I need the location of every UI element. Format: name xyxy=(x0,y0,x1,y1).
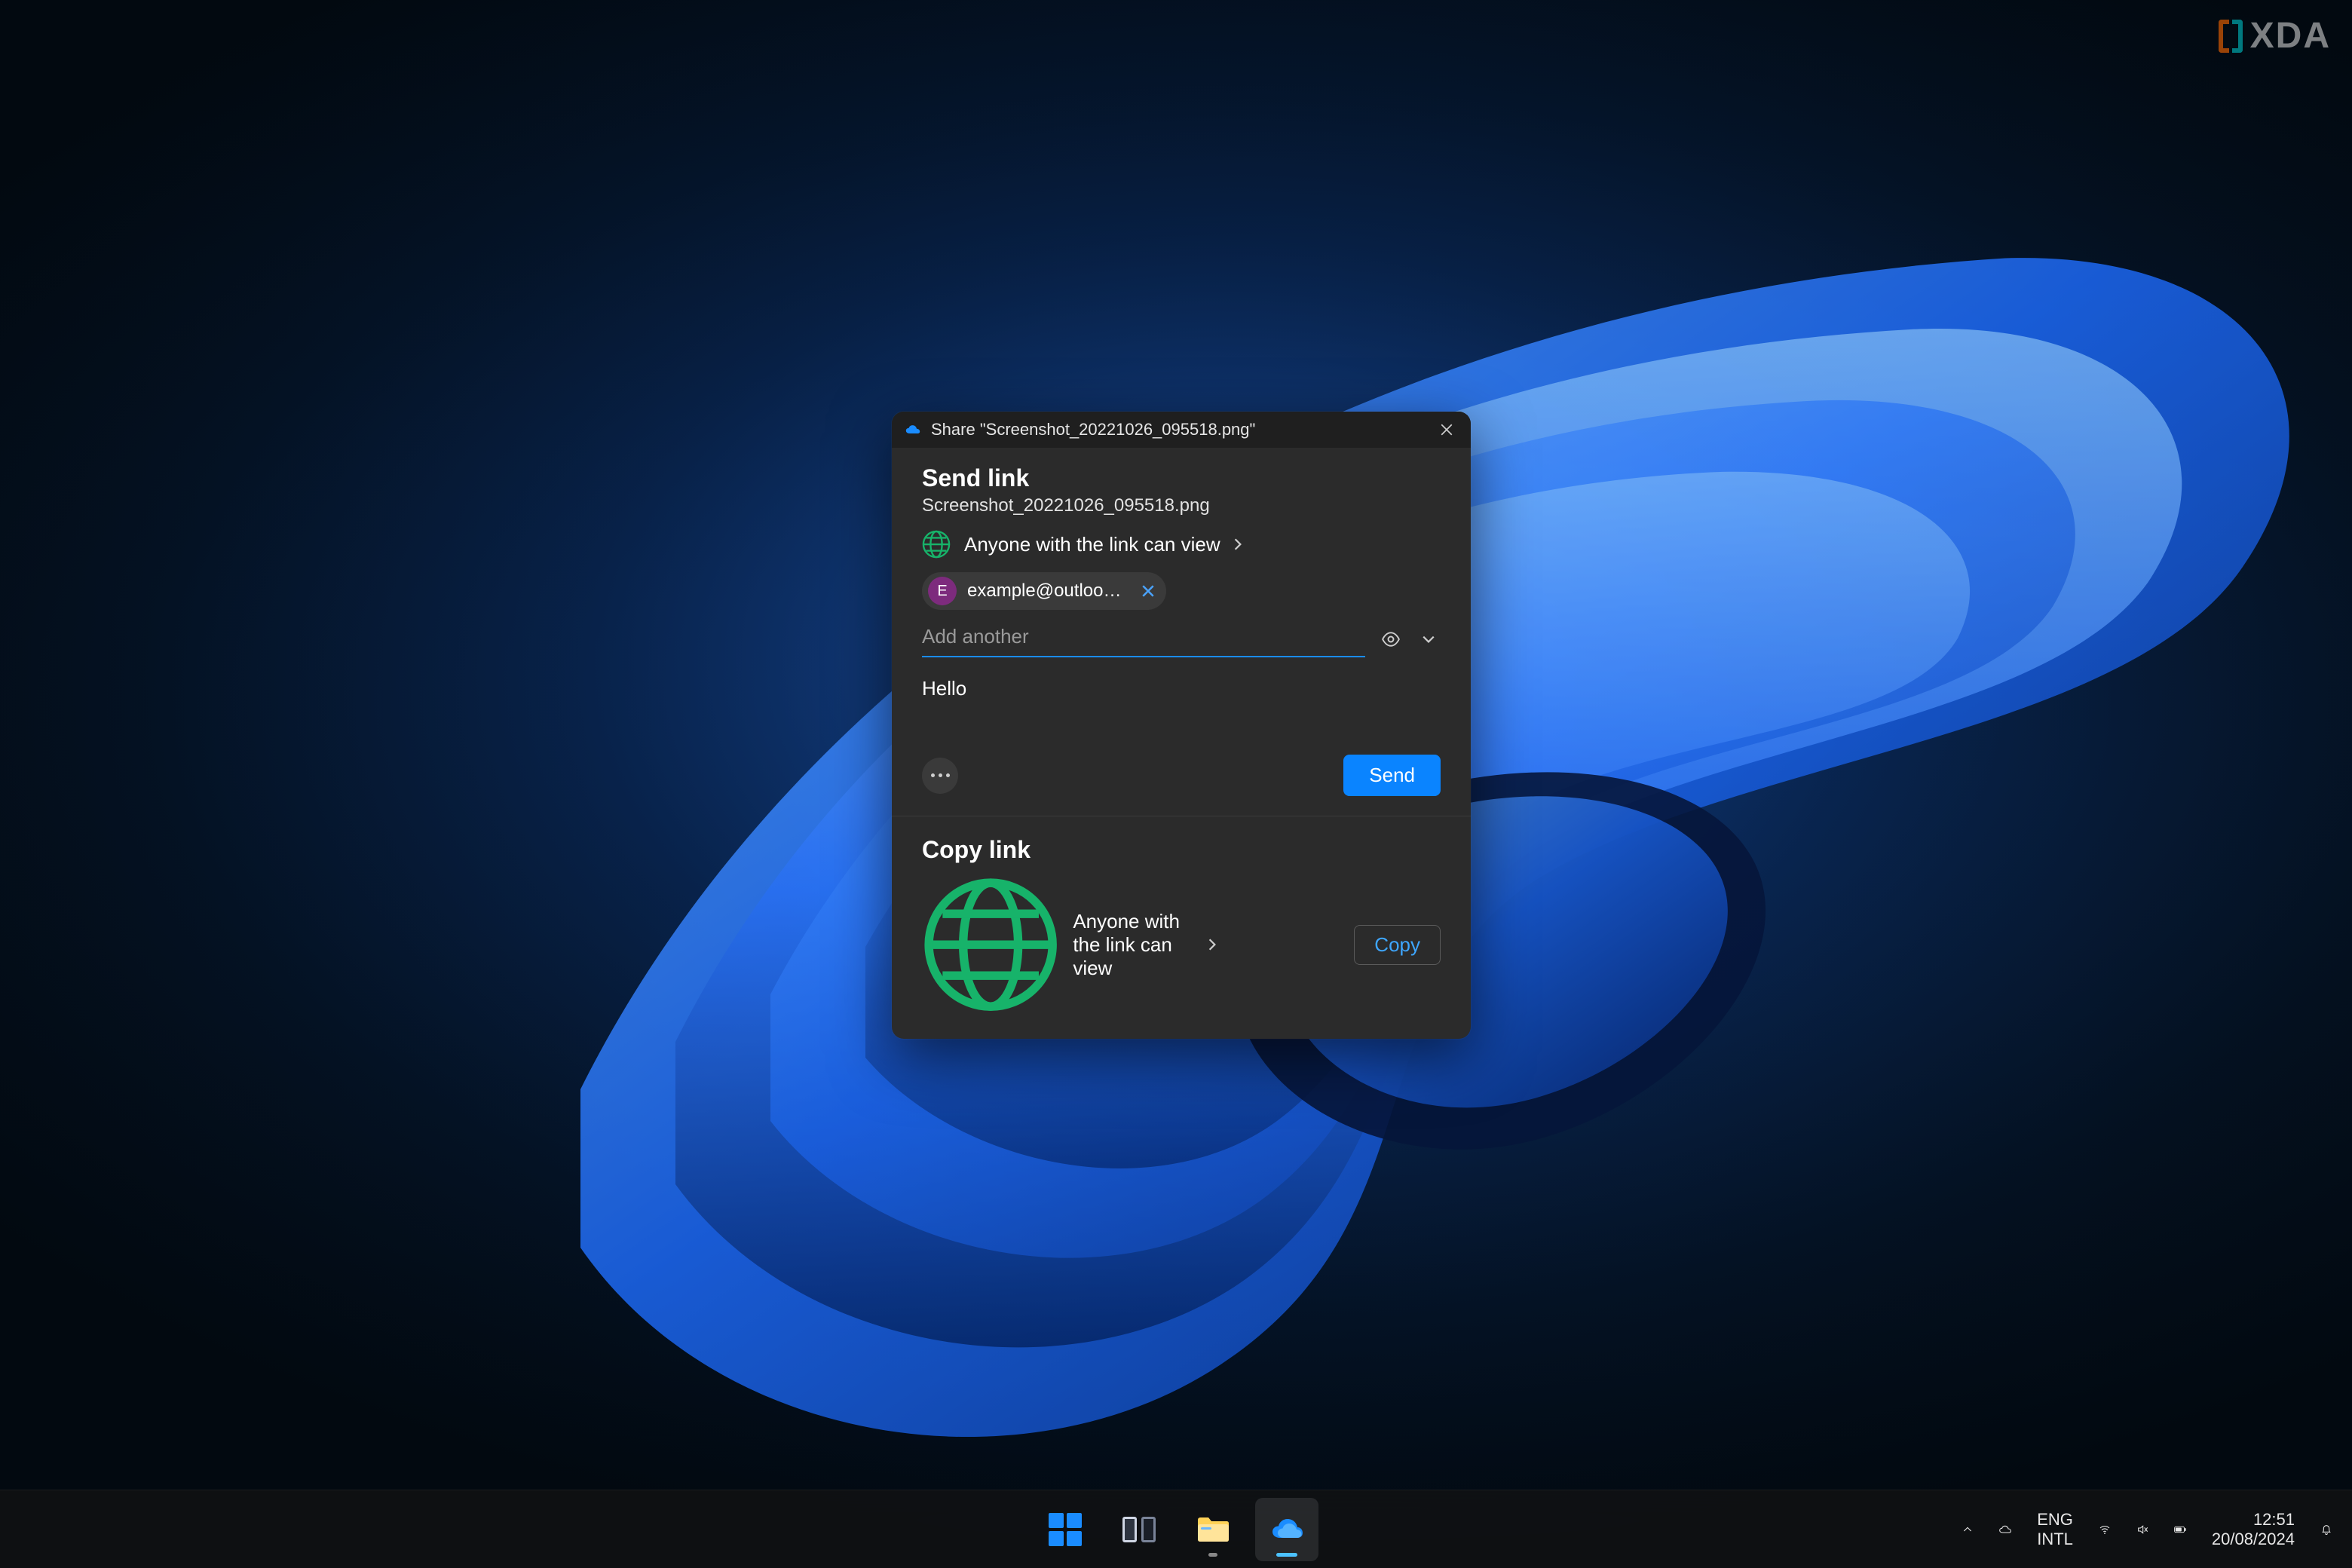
dialog-title-filename: "Screenshot_20221026_095518.png" xyxy=(980,420,1256,439)
clock-button[interactable]: 12:51 20/08/2024 xyxy=(2207,1507,2299,1551)
send-link-heading: Send link xyxy=(922,464,1441,492)
chevron-down-icon xyxy=(1422,632,1435,646)
recipient-row: E example@outlook.... xyxy=(922,572,1441,610)
chevron-right-icon xyxy=(1231,533,1245,556)
task-view-button[interactable] xyxy=(1107,1498,1171,1561)
onedrive-icon xyxy=(905,424,920,435)
globe-icon xyxy=(922,876,1059,1013)
language-indicator[interactable]: ENG INTL xyxy=(2032,1507,2078,1551)
language-line-1: ENG xyxy=(2037,1510,2073,1529)
ellipsis-icon xyxy=(931,773,935,777)
language-line-2: INTL xyxy=(2037,1530,2073,1548)
copy-link-heading: Copy link xyxy=(922,836,1441,864)
xda-watermark: XDA xyxy=(2219,15,2331,57)
close-icon xyxy=(1141,584,1155,598)
chevron-up-icon xyxy=(1962,1520,1974,1539)
tray-volume-button[interactable] xyxy=(2132,1519,2153,1540)
system-tray: ENG INTL 12:51 20/08/2024 xyxy=(1957,1490,2337,1568)
tray-date: 20/08/2024 xyxy=(2212,1530,2295,1548)
recipient-avatar: E xyxy=(928,577,957,605)
permission-dropdown-button[interactable] xyxy=(1416,627,1441,651)
copy-button[interactable]: Copy xyxy=(1354,925,1441,965)
link-permission-button[interactable]: Anyone with the link can view xyxy=(922,530,1441,559)
dialog-title-prefix: Share xyxy=(931,420,975,439)
task-view-icon xyxy=(1122,1517,1156,1542)
send-link-section: Send link Screenshot_20221026_095518.png… xyxy=(892,448,1471,816)
copy-link-permission-button[interactable]: Anyone with the link can view xyxy=(922,876,1219,1013)
close-icon xyxy=(1440,423,1453,436)
volume-muted-icon xyxy=(2136,1520,2148,1539)
windows-logo-icon xyxy=(1049,1513,1082,1546)
cloud-icon xyxy=(1999,1520,2011,1539)
watermark-text: XDA xyxy=(2250,15,2331,57)
send-button[interactable]: Send xyxy=(1343,755,1441,796)
share-dialog: Share "Screenshot_20221026_095518.png" S… xyxy=(892,412,1471,1039)
copy-link-permission-label: Anyone with the link can view xyxy=(1073,910,1191,980)
tray-overflow-button[interactable] xyxy=(1957,1519,1978,1540)
tray-wifi-button[interactable] xyxy=(2094,1519,2115,1540)
taskbar-app-onedrive[interactable] xyxy=(1255,1498,1318,1561)
recipient-chip[interactable]: E example@outlook.... xyxy=(922,572,1166,610)
bell-icon xyxy=(2320,1520,2332,1539)
permission-eye-button[interactable] xyxy=(1379,627,1403,651)
notifications-button[interactable] xyxy=(2316,1519,2337,1540)
wifi-icon xyxy=(2099,1520,2111,1539)
recipient-email: example@outlook.... xyxy=(967,580,1125,602)
add-recipient-input[interactable] xyxy=(922,620,1365,657)
close-button[interactable] xyxy=(1430,413,1463,446)
tray-time: 12:51 xyxy=(2253,1510,2295,1529)
chevron-right-icon xyxy=(1205,933,1219,957)
start-button[interactable] xyxy=(1034,1498,1097,1561)
folder-icon xyxy=(1196,1516,1230,1543)
taskbar-center xyxy=(1034,1498,1318,1561)
onedrive-icon xyxy=(1270,1513,1303,1546)
share-filename: Screenshot_20221026_095518.png xyxy=(922,495,1441,516)
dialog-titlebar: Share "Screenshot_20221026_095518.png" xyxy=(892,412,1471,448)
dialog-title: Share "Screenshot_20221026_095518.png" xyxy=(931,420,1430,439)
taskbar-app-file-explorer[interactable] xyxy=(1181,1498,1245,1561)
message-input[interactable] xyxy=(922,677,1441,724)
link-permission-label: Anyone with the link can view xyxy=(964,533,1220,556)
taskbar: ENG INTL 12:51 20/08/2024 xyxy=(0,1490,2352,1568)
battery-icon xyxy=(2174,1520,2186,1539)
remove-recipient-button[interactable] xyxy=(1136,579,1160,603)
more-options-button[interactable] xyxy=(922,758,958,794)
tray-onedrive-button[interactable] xyxy=(1995,1519,2016,1540)
eye-icon xyxy=(1381,629,1401,649)
tray-battery-button[interactable] xyxy=(2170,1519,2191,1540)
globe-icon xyxy=(922,530,951,559)
copy-link-section: Copy link Anyone with the link can view … xyxy=(892,816,1471,1039)
